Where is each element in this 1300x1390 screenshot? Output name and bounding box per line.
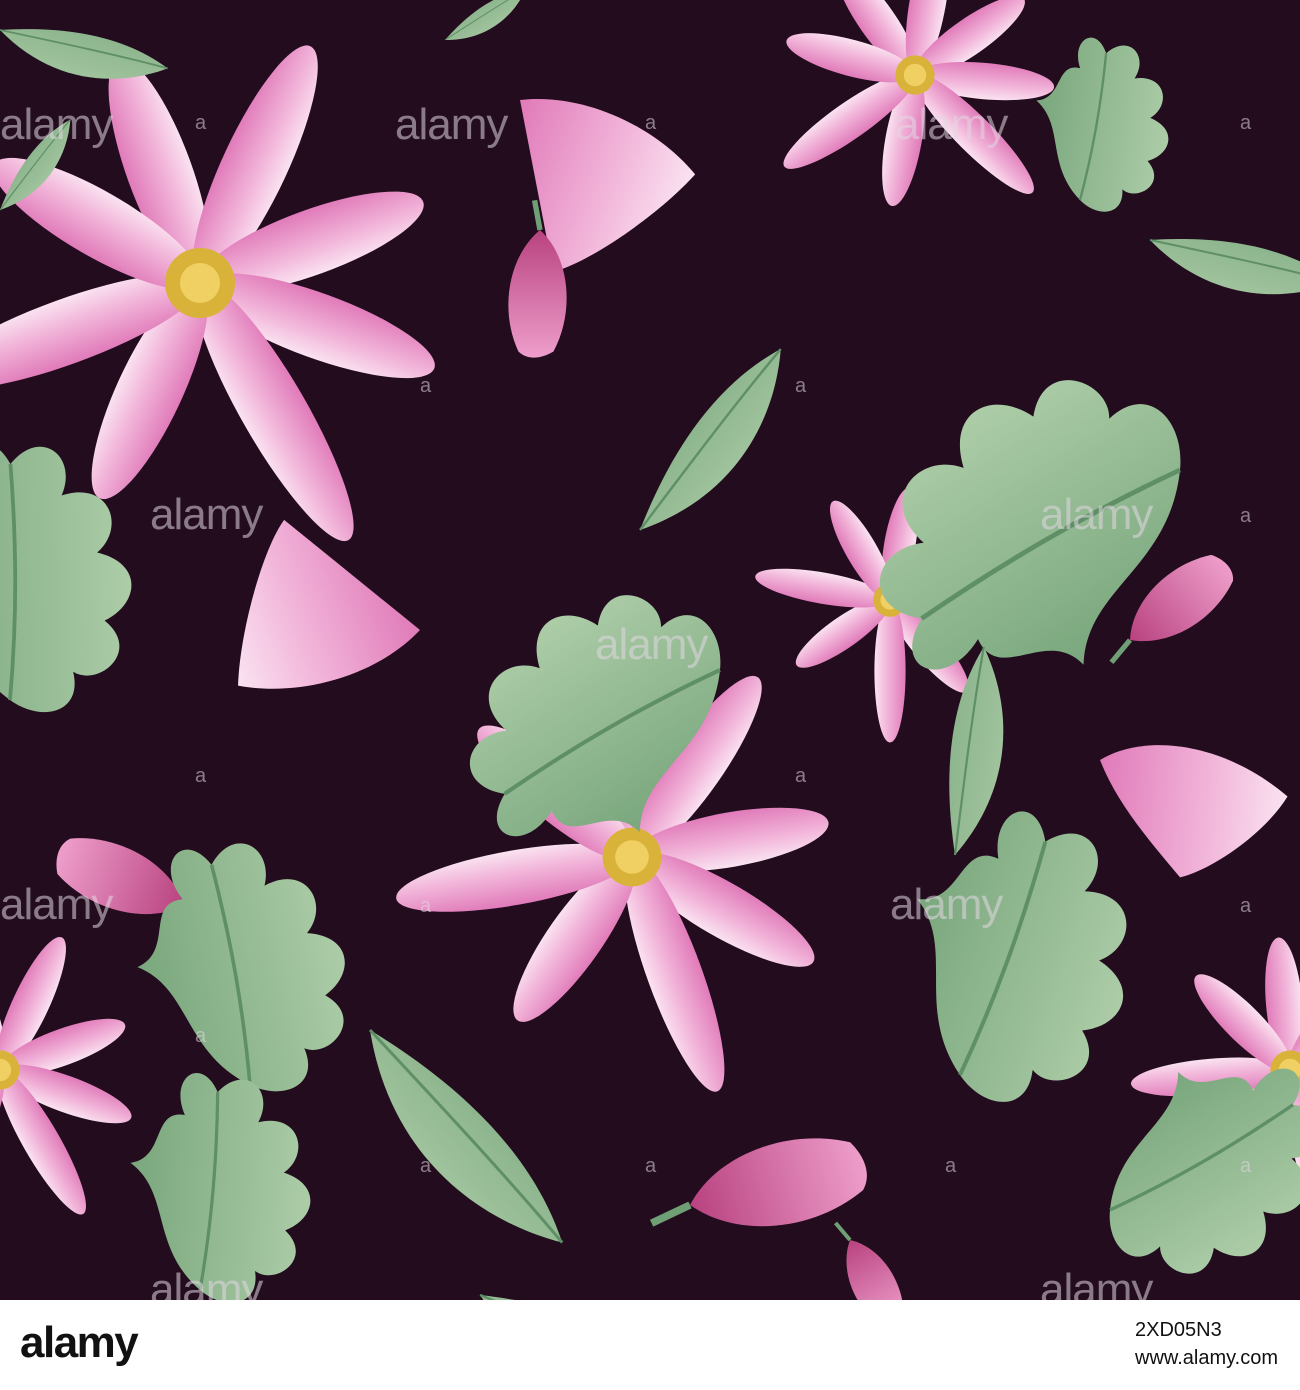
alamy-logo: alamy bbox=[20, 1318, 139, 1367]
green-leaf-15 bbox=[444, 0, 527, 58]
stock-footer-bar: alamy 2XD05N3 www.alamy.com bbox=[0, 1300, 1300, 1390]
floral-pattern-artwork: alamy alamy alamy alamy alamy alamy alam… bbox=[0, 0, 1300, 1300]
pink-bud-5 bbox=[816, 1209, 917, 1300]
pink-blossom-side-2 bbox=[238, 519, 420, 689]
pink-blossom-side-1 bbox=[520, 99, 696, 272]
image-id: 2XD05N3 bbox=[1135, 1319, 1222, 1341]
pink-flower-large-1 bbox=[0, 32, 445, 556]
green-leaf-11 bbox=[1149, 169, 1300, 354]
pink-bud-4 bbox=[640, 1122, 875, 1259]
image-id-block: 2XD05N3 www.alamy.com bbox=[1135, 1316, 1278, 1372]
green-leaf-13 bbox=[478, 1236, 693, 1300]
pink-blossom-side-3 bbox=[1100, 745, 1288, 878]
floral-pattern-svg bbox=[0, 0, 1300, 1300]
site-url: www.alamy.com bbox=[1135, 1347, 1278, 1369]
green-leaf-7 bbox=[876, 787, 1174, 1118]
green-leaf-10 bbox=[91, 1043, 359, 1300]
green-leaf-9 bbox=[351, 1028, 581, 1245]
pink-flower-edge-left bbox=[0, 930, 137, 1223]
green-leaf-1 bbox=[1008, 17, 1203, 225]
pink-flower-small-top bbox=[728, 0, 1088, 263]
green-leaf-3 bbox=[624, 347, 797, 532]
